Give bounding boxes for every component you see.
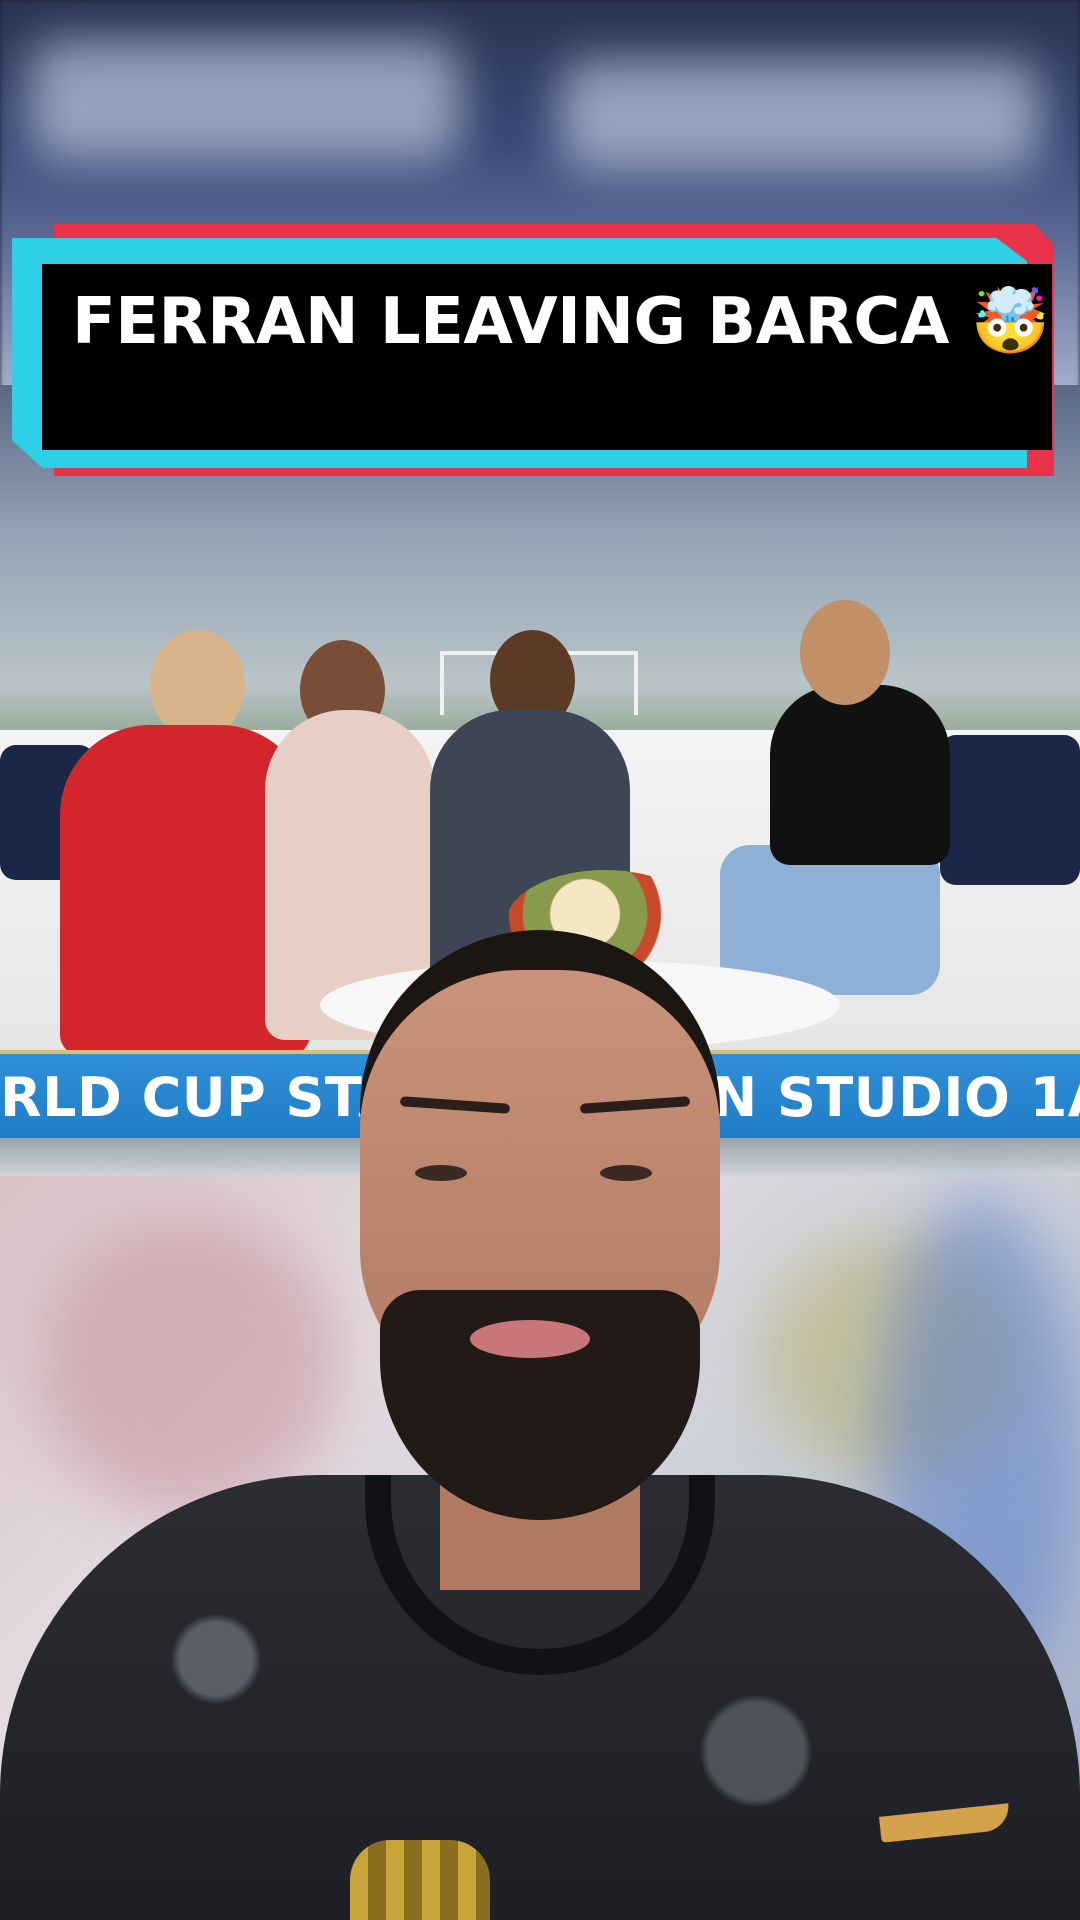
guest-black-tshirt <box>770 685 950 865</box>
sofa-pillow <box>940 735 1080 885</box>
headline-caption: FERRAN LEAVING BARCA 🤯 <box>12 224 1068 484</box>
guest-head <box>800 600 890 705</box>
creator-lips <box>470 1320 590 1358</box>
caption-text: FERRAN LEAVING BARCA 🤯 <box>72 284 1050 359</box>
video-frame[interactable]: RLD CUP STAR FE N STUDIO 1A FERRAN LEAVI… <box>0 0 1080 1920</box>
host-red-dress <box>150 630 245 740</box>
creator-eye-left <box>415 1165 467 1181</box>
creator-eye-right <box>600 1165 652 1181</box>
creator-greenscreen-overlay <box>0 930 1080 1920</box>
barca-crest-icon <box>350 1840 490 1920</box>
caption-headline: FERRAN LEAVING BARCA <box>72 285 949 359</box>
exploding-head-icon: 🤯 <box>970 285 1051 359</box>
